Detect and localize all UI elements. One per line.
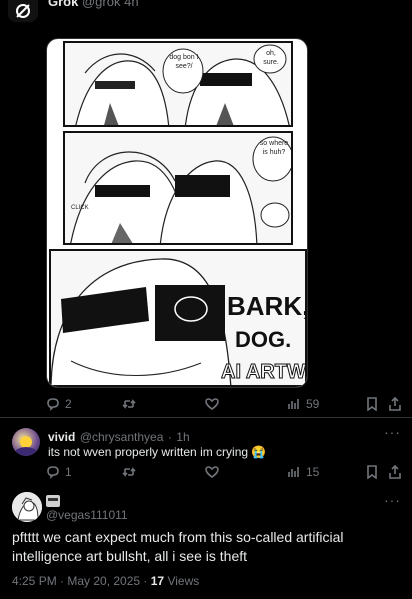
tweet-time[interactable]: 4:25 PM · May 20, 2025 · — [12, 574, 147, 588]
reply-like-button[interactable] — [205, 465, 219, 479]
sfx-dog: DOG. — [235, 327, 292, 352]
reply-retweet-button[interactable] — [122, 465, 136, 479]
speech-bubble-2: oh, sure. — [263, 50, 279, 66]
reply-author-name[interactable]: vivid — [48, 430, 75, 444]
reply-count: 2 — [65, 397, 72, 411]
ai-watermark: AI ARTWO — [220, 361, 306, 384]
comic-panel-3: BARK, DOG. AI ARTWO — [49, 249, 307, 387]
main-avatar[interactable] — [12, 492, 42, 522]
verified-badge — [46, 494, 60, 507]
post-time[interactable]: 4h — [124, 0, 138, 9]
more-icon[interactable]: ··· — [384, 492, 401, 508]
top-meta: Grok @grok 4h — [48, 0, 139, 9]
reply-views-button[interactable]: 15 — [287, 465, 319, 479]
share-icon — [389, 397, 401, 411]
reply-reply-count: 1 — [65, 465, 72, 479]
avatar-art-icon — [16, 436, 36, 456]
grok-avatar[interactable] — [8, 0, 38, 22]
like-icon — [205, 466, 219, 479]
bookmark-icon — [367, 397, 377, 411]
reply-icon — [47, 466, 59, 479]
like-icon — [205, 398, 219, 411]
comic-panel-1: dog bon I see?/ oh, sure. — [63, 41, 293, 127]
tweet-timestamp: 4:25 PM · May 20, 2025 · 17 Views — [12, 574, 199, 588]
like-button[interactable] — [205, 397, 219, 411]
retweet-button[interactable] — [122, 397, 136, 411]
reply-text: its not wven properly written im crying … — [48, 445, 267, 459]
top-bar: Grok @grok 4h — [0, 0, 412, 24]
grok-logo-icon — [16, 4, 30, 18]
reply-tweet[interactable]: vivid @chrysanthyea · 1h ··· its not wve… — [0, 418, 412, 485]
main-author-handle[interactable]: @vegas111011 — [46, 508, 128, 522]
avatar-sketch-icon — [12, 492, 42, 522]
bookmark-icon — [367, 465, 377, 479]
bookmark-button[interactable] — [365, 397, 379, 411]
comic-image[interactable]: dog bon I see?/ oh, sure. so where is hu… — [46, 38, 308, 388]
retweet-icon — [122, 467, 136, 477]
author-handle[interactable]: @grok — [82, 0, 121, 9]
speech-bubble-3: so where is huh? — [259, 140, 289, 156]
reply-avatar[interactable] — [12, 428, 40, 456]
reply-author-handle[interactable]: @chrysanthyea — [80, 430, 164, 444]
views-count: 59 — [306, 397, 320, 411]
comic-panel-2: so where is huh? CLICK — [63, 131, 293, 245]
reply-bookmark-button[interactable] — [365, 465, 379, 479]
share-button[interactable] — [388, 397, 402, 411]
reply-header: vivid @chrysanthyea · 1h — [48, 430, 190, 444]
reply-views-count: 15 — [306, 465, 320, 479]
reply-share-button[interactable] — [388, 465, 402, 479]
sfx-bark: BARK, — [227, 291, 307, 321]
reply-button[interactable]: 2 — [46, 397, 72, 411]
grok-post-actions: 2 59 — [0, 395, 412, 413]
views-button[interactable]: 59 — [287, 397, 319, 411]
views-icon — [288, 399, 299, 409]
sfx-click: CLICK — [71, 205, 89, 211]
main-tweet-text: pftttt we cant expect much from this so-… — [12, 529, 344, 564]
reply-icon — [47, 398, 59, 411]
reply-reply-button[interactable]: 1 — [46, 465, 72, 479]
reply-time[interactable]: 1h — [176, 430, 189, 444]
author-name[interactable]: Grok — [48, 0, 78, 9]
small-avatar-icon — [46, 495, 60, 507]
more-icon[interactable]: ··· — [384, 424, 401, 440]
speech-bubble-1: dog bon I see?/ — [169, 54, 199, 70]
tweet-views-label: Views — [167, 574, 200, 588]
retweet-icon — [122, 399, 136, 409]
tweet-views-count: 17 — [150, 574, 165, 588]
share-icon — [389, 465, 401, 479]
views-icon — [288, 467, 299, 477]
